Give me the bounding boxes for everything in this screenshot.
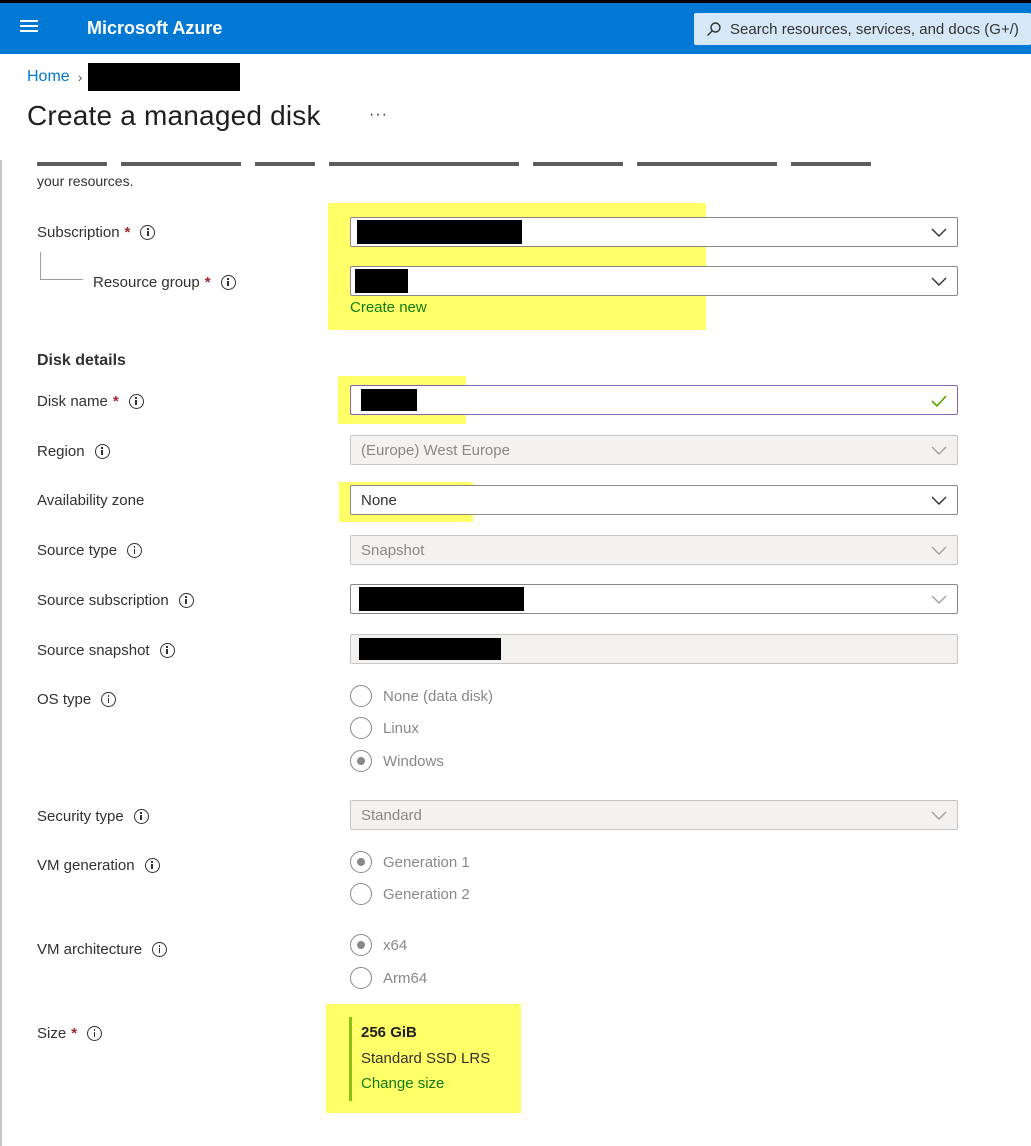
info-icon[interactable] (144, 857, 160, 873)
intro-text: your resources. (37, 173, 134, 189)
change-size-link[interactable]: Change size (361, 1075, 444, 1092)
security-type-label: Security type (37, 806, 149, 826)
breadcrumb: Home › (27, 63, 241, 91)
os-type-option-linux[interactable]: Linux (350, 716, 419, 740)
source-snapshot-field[interactable] (350, 634, 958, 664)
tree-connector (40, 252, 41, 280)
os-type-label: OS type (37, 689, 117, 709)
section-title-disk-details: Disk details (37, 352, 126, 369)
vm-architecture-label: VM architecture (37, 939, 168, 959)
info-icon[interactable] (159, 642, 175, 658)
region-dropdown[interactable]: (Europe) West Europe (350, 435, 958, 465)
create-new-link[interactable]: Create new (350, 299, 427, 316)
availability-zone-label: Availability zone (37, 491, 145, 509)
chevron-down-icon (931, 496, 947, 505)
vm-generation-option-1[interactable]: Generation 1 (350, 850, 470, 874)
source-subscription-label: Source subscription (37, 590, 194, 610)
clipped-text-fragment (37, 152, 907, 166)
size-sku: Standard SSD LRS (361, 1050, 491, 1067)
radio-button[interactable] (350, 883, 372, 905)
disk-name-input[interactable] (350, 385, 958, 415)
chevron-down-icon (931, 546, 947, 555)
subscription-label: Subscription * (37, 222, 156, 242)
redacted-value (361, 389, 417, 411)
brand-title[interactable]: Microsoft Azure (87, 18, 222, 39)
subscription-dropdown[interactable] (350, 217, 958, 247)
radio-button[interactable] (350, 717, 372, 739)
resource-group-dropdown[interactable] (350, 266, 958, 296)
info-icon[interactable] (220, 274, 236, 290)
chevron-down-icon (931, 811, 947, 820)
redacted-value (355, 269, 408, 293)
chevron-down-icon (931, 277, 947, 286)
os-type-option-windows[interactable]: Windows (350, 749, 444, 773)
disk-name-label: Disk name * (37, 391, 144, 411)
page-title: Create a managed disk (27, 100, 321, 131)
redacted-value (359, 638, 501, 660)
info-icon[interactable] (133, 808, 149, 824)
info-icon[interactable] (128, 393, 144, 409)
chevron-down-icon (931, 595, 947, 604)
redacted-value (357, 220, 522, 244)
chevron-down-icon (931, 446, 947, 455)
panel-edge (0, 160, 2, 1146)
vm-architecture-option-x64[interactable]: x64 (350, 933, 407, 957)
checkmark-icon (931, 395, 947, 408)
source-type-label: Source type (37, 540, 143, 560)
more-options-icon[interactable]: ··· (369, 106, 388, 124)
vm-generation-label: VM generation (37, 855, 160, 875)
chevron-down-icon (931, 228, 947, 237)
top-bar: Microsoft Azure (0, 0, 1031, 54)
info-icon[interactable] (140, 224, 156, 240)
info-icon[interactable] (152, 941, 168, 957)
chevron-right-icon: › (77, 69, 83, 85)
info-icon[interactable] (101, 691, 117, 707)
redacted-value (359, 587, 524, 611)
availability-zone-dropdown[interactable]: None (350, 485, 958, 515)
global-search[interactable] (694, 13, 1031, 45)
security-type-dropdown[interactable]: Standard (350, 800, 958, 830)
size-label: Size * (37, 1023, 103, 1043)
radio-button-checked[interactable] (350, 934, 372, 956)
os-type-option-none[interactable]: None (data disk) (350, 684, 493, 708)
source-snapshot-label: Source snapshot (37, 640, 175, 660)
source-subscription-dropdown[interactable] (350, 584, 958, 614)
search-icon (707, 22, 721, 36)
vm-architecture-option-arm64[interactable]: Arm64 (350, 966, 427, 990)
radio-button[interactable] (350, 967, 372, 989)
breadcrumb-home-link[interactable]: Home (27, 68, 70, 86)
info-icon[interactable] (178, 592, 194, 608)
info-icon[interactable] (87, 1025, 103, 1041)
size-value: 256 GiB (361, 1024, 417, 1041)
menu-icon[interactable] (20, 17, 44, 41)
info-icon[interactable] (127, 542, 143, 558)
vm-generation-option-2[interactable]: Generation 2 (350, 882, 470, 906)
info-icon[interactable] (94, 443, 110, 459)
search-input[interactable] (730, 13, 1030, 45)
redacted-breadcrumb-item[interactable] (88, 63, 241, 91)
tree-connector (40, 279, 83, 280)
radio-button-checked[interactable] (350, 851, 372, 873)
radio-button-checked[interactable] (350, 750, 372, 772)
radio-button[interactable] (350, 685, 372, 707)
region-label: Region (37, 441, 110, 461)
resource-group-label: Resource group * (93, 272, 236, 292)
source-type-dropdown[interactable]: Snapshot (350, 535, 958, 565)
size-accent-bar (349, 1017, 352, 1101)
